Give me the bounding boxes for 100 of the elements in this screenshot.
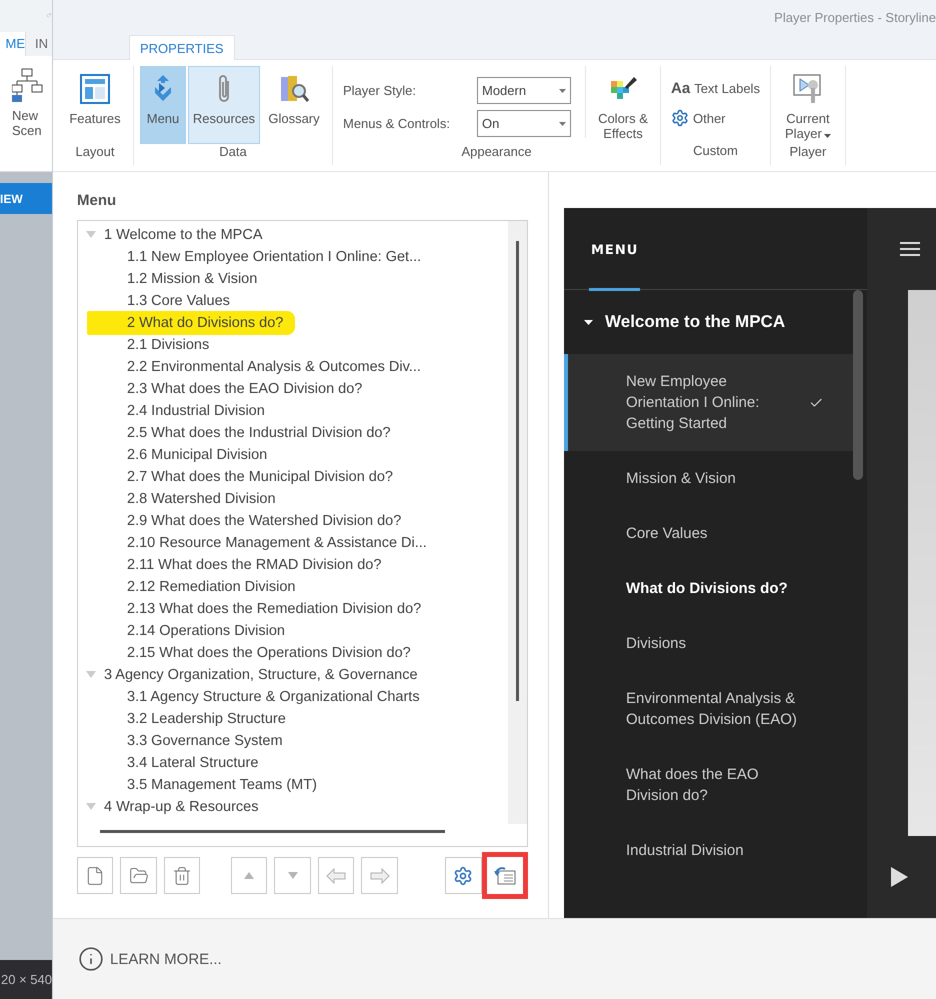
gear-icon [671, 109, 689, 127]
menu-item-label: New Employee Orientation I Online: Getting Started [626, 372, 760, 434]
tree-item[interactable]: 2.5 What does the Industrial Division do? [127, 425, 391, 441]
ribbon-button-label[interactable]: New Scen [12, 108, 46, 138]
menu-tab[interactable]: MENU [589, 243, 640, 291]
tree-item[interactable]: 3.1 Agency Structure & Organizational Charts [127, 689, 420, 705]
toolbar-button[interactable] [482, 852, 528, 899]
tree-item[interactable]: 2.10 Resource Management & Assistance Di... [127, 535, 427, 551]
play-icon[interactable] [891, 867, 908, 887]
player-wrench-icon [792, 73, 824, 105]
toolbar-button[interactable] [120, 857, 157, 894]
menu-item[interactable]: Divisions [564, 616, 853, 671]
menu-item-label: Environmental Analysis & Outcomes Division (EAO) [626, 689, 798, 730]
group-label: Data [218, 144, 248, 161]
tree-item[interactable]: 3.3 Governance System [127, 733, 283, 749]
tree-item[interactable]: 3.4 Lateral Structure [127, 755, 258, 771]
tree-item[interactable]: 1 Welcome to the MPCA [104, 227, 262, 243]
menu-item[interactable]: Mission & Vision [564, 451, 853, 506]
field-label: Player Style: [343, 83, 417, 98]
tree-item[interactable]: 1.2 Mission & Vision [127, 271, 258, 287]
dropdown-caret-icon [559, 88, 566, 92]
tree-item[interactable]: 2.1 Divisions [127, 337, 210, 353]
panel-heading: Menu [77, 192, 118, 211]
tree-item[interactable]: 2.2 Environmental Analysis & Outcomes Div... [127, 359, 421, 375]
ribbon-tab[interactable]: PROPERTIES [129, 35, 235, 60]
window-title: Player Properties - Storyline [774, 10, 936, 24]
tree-item[interactable]: 2.9 What does the Watershed Division do? [127, 513, 402, 529]
layout-icon [79, 73, 111, 105]
tree-item[interactable]: 3.5 Management Teams (MT) [127, 777, 317, 793]
field-label: Menus & Controls: [343, 116, 451, 131]
ribbon-button[interactable]: Colors & Effects [592, 66, 654, 144]
folder-icon [128, 866, 149, 886]
tree-item[interactable]: 1.1 New Employee Orientation I Online: Get... [127, 249, 422, 265]
menu-item-label: Mission & Vision [626, 469, 737, 489]
menu-item-label: Core Values [626, 524, 708, 544]
status-text: 20 × 540 [0, 960, 52, 999]
tree-item[interactable]: 2.7 What does the Municipal Division do? [127, 469, 393, 485]
settings-icon [453, 866, 474, 886]
ribbon-tab[interactable]: IN [26, 32, 48, 56]
info-icon [78, 946, 104, 972]
menu-item[interactable]: Industrial Division [564, 823, 853, 878]
tree-item[interactable]: 2.6 Municipal Division [127, 447, 268, 463]
reset-layout-icon [494, 866, 516, 886]
ribbon-button[interactable]: Resources [188, 66, 260, 144]
tree-item[interactable]: 3.2 Leadership Structure [127, 711, 286, 727]
tree-item[interactable]: 3 Agency Organization, Structure, & Governance [104, 667, 418, 683]
ribbon-dropdown-button[interactable]: Current Player [776, 66, 839, 144]
toolbar-button[interactable] [77, 857, 114, 894]
menu-item[interactable]: What do Divisions do? [564, 561, 853, 616]
tree-item[interactable]: 2.13 What does the Remediation Division do? [127, 601, 422, 617]
scrollbar-thumb[interactable] [853, 290, 863, 480]
tree-item[interactable]: 2 What do Divisions do? [87, 311, 296, 335]
scrollbar-thumb[interactable] [516, 241, 519, 701]
trash-icon [172, 866, 192, 886]
group-label: Player [788, 144, 828, 161]
toolbar-button[interactable] [164, 857, 200, 894]
learn-more-link[interactable]: LEARN MORE... [110, 950, 222, 968]
ribbon-button[interactable]: Menu [140, 66, 186, 144]
tree-item[interactable]: 1.3 Core Values [127, 293, 230, 309]
menu-item[interactable]: What does the EAO Division do? [564, 747, 853, 823]
menu-item-label: Industrial Division [626, 841, 745, 861]
menu-section[interactable]: Welcome to the MPCA [605, 312, 786, 332]
group-label: Custom [692, 143, 739, 160]
dropdown-field[interactable]: Modern [477, 77, 571, 104]
ribbon-button[interactable]: Glossary [262, 66, 326, 144]
right-arrow-icon [370, 868, 390, 884]
expand-caret-icon[interactable] [584, 320, 593, 324]
scrollbar-thumb[interactable] [100, 830, 445, 833]
menu-item[interactable]: Environmental Analysis & Outcomes Division (EAO) [564, 671, 853, 747]
tree-item[interactable]: 2.8 Watershed Division [127, 491, 276, 507]
tree-item[interactable]: 2.12 Remediation Division [127, 579, 296, 595]
tree-item[interactable]: 2.3 What does the EAO Division do? [127, 381, 362, 397]
books-magnifier-icon [278, 73, 310, 105]
tree-item[interactable]: 4 Wrap-up & Resources [104, 799, 258, 815]
text-labels-icon: Aa [671, 80, 690, 96]
menu-item-label: What do Divisions do? [626, 579, 789, 599]
ribbon-button[interactable]: Features [63, 66, 127, 144]
view-tab[interactable]: IEW [0, 183, 52, 214]
tree-item[interactable]: 2.4 Industrial Division [127, 403, 265, 419]
ribbon-link-button[interactable]: Other [667, 104, 764, 132]
menu-icon[interactable] [900, 242, 920, 256]
down-triangle-icon [288, 872, 298, 879]
tree-item[interactable]: 2.11 What does the RMAD Division do? [127, 557, 382, 573]
tree-item[interactable]: 2.14 Operations Division [127, 623, 285, 639]
menu-item-label: What does the EAO Division do? [626, 765, 760, 806]
group-label: Layout [74, 144, 116, 161]
up-triangle-icon [244, 872, 254, 879]
toolbar-button[interactable] [445, 857, 482, 894]
group-label: Appearance [460, 144, 533, 161]
scene-diagram-icon [12, 68, 44, 102]
dropdown-caret-icon [559, 122, 566, 126]
dropdown-field[interactable]: On [477, 110, 571, 137]
menu-item[interactable]: Core Values [564, 506, 853, 561]
dropdown-caret-icon [824, 134, 831, 138]
menu-item-label: Divisions [626, 634, 688, 654]
menu-item[interactable]: New Employee Orientation I Online: Getting Started [564, 354, 853, 451]
left-arrow-icon [326, 868, 346, 884]
ribbon-link-button[interactable]: Aa Text Labels [667, 74, 764, 102]
tree-item[interactable]: 2.15 What does the Operations Division do? [127, 645, 411, 661]
ribbon-tab[interactable]: ME [0, 32, 26, 56]
